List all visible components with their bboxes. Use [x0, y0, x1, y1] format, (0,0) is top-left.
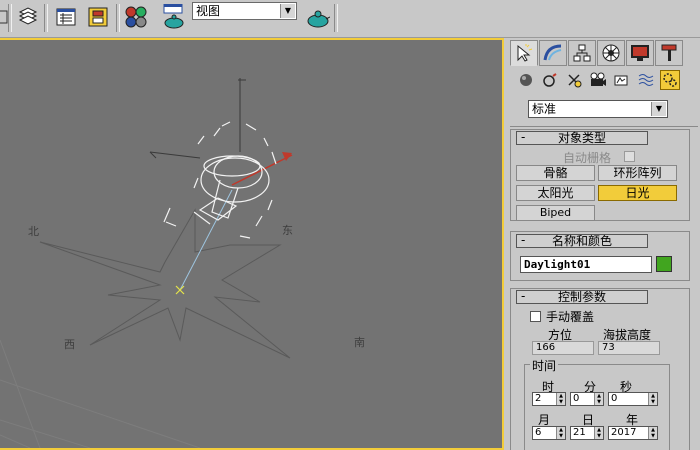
sun-direction-line — [179, 189, 233, 291]
category-dropdown-value: 标准 — [532, 102, 557, 116]
spinner-arrows-icon[interactable]: ▲ ▼ — [556, 393, 565, 405]
toolbar-separator — [8, 4, 12, 32]
ring-array-button[interactable]: 环形阵列 — [598, 165, 677, 181]
control-params-rollout-header[interactable]: - 控制参数 — [516, 290, 648, 304]
panel-divider — [510, 126, 698, 127]
modify-tab[interactable] — [539, 40, 567, 66]
second-spinner[interactable]: 0 ▲ ▼ — [608, 392, 658, 406]
spinner-arrows-icon[interactable]: ▲ ▼ — [594, 427, 603, 439]
toolbar-separator — [44, 4, 48, 32]
utilities-hammer-icon — [661, 44, 677, 61]
create-cursor-icon — [517, 44, 533, 62]
modify-curve-icon — [543, 44, 562, 61]
manual-override-label: 手动覆盖 — [546, 310, 595, 324]
year-spinner[interactable]: 2017 ▲ ▼ — [608, 426, 658, 440]
motion-wheel-icon — [602, 44, 620, 62]
compass-north-label: 北 — [28, 225, 39, 238]
helpers-icon[interactable] — [612, 70, 632, 90]
viewport-scene: 北 东 西 南 — [0, 78, 365, 448]
toolbar-separator — [116, 4, 120, 32]
hour-spinner[interactable]: 2 ▲ ▼ — [532, 392, 566, 406]
day-value: 21 — [573, 427, 586, 438]
compass-west-label: 西 — [64, 338, 75, 351]
quick-render-icon[interactable] — [306, 5, 330, 29]
object-type-rollout-header[interactable]: - 对象类型 — [516, 131, 648, 145]
toolbar-separator — [334, 4, 338, 32]
compass-south-label: 南 — [354, 336, 365, 349]
year-value: 2017 — [611, 427, 637, 438]
rollout-collapse-icon: - — [521, 130, 526, 144]
object-type-title: 对象类型 — [557, 131, 606, 145]
auto-grid-label: 自动栅格 — [563, 151, 612, 165]
hierarchy-icon — [573, 44, 591, 62]
layers-icon[interactable] — [16, 5, 40, 29]
sunlight-button[interactable]: 太阳光 — [516, 185, 595, 201]
daylight-target-icon — [175, 285, 185, 295]
schematic-view-icon[interactable] — [86, 5, 110, 29]
second-value: 0 — [611, 393, 618, 404]
manual-override-checkbox[interactable] — [530, 311, 541, 322]
time-group-label: 时间 — [530, 357, 559, 374]
create-tab[interactable] — [510, 40, 538, 66]
rollout-collapse-icon: - — [521, 289, 526, 303]
render-setup-icon[interactable] — [162, 4, 186, 29]
perspective-viewport[interactable]: 北 东 西 南 — [0, 38, 504, 450]
object-color-swatch[interactable] — [656, 256, 672, 272]
daylight-button[interactable]: 日光 — [598, 185, 677, 201]
main-toolbar: 视图 ▼ — [0, 0, 700, 38]
category-dropdown[interactable]: 标准 ▼ — [528, 100, 668, 118]
daylight-object-icon — [163, 121, 277, 239]
minute-value: 0 — [573, 393, 580, 404]
space-warps-icon[interactable] — [636, 70, 656, 90]
command-panel: 标准 ▼ - 对象类型 自动栅格 骨骼 环形阵列 太阳光 日光 Biped - … — [506, 38, 700, 450]
chevron-down-icon[interactable]: ▼ — [280, 4, 295, 18]
month-value: 6 — [535, 427, 542, 438]
azimuth-value: 166 — [532, 341, 594, 355]
command-panel-tabs — [506, 40, 700, 66]
rollout-collapse-icon: - — [521, 233, 526, 247]
spinner-arrows-icon[interactable]: ▲ ▼ — [556, 427, 565, 439]
view-dropdown[interactable]: 视图 ▼ — [192, 2, 297, 20]
hierarchy-tab[interactable] — [568, 40, 596, 66]
spinner-arrows-icon[interactable]: ▲ ▼ — [648, 393, 657, 405]
minute-spinner[interactable]: 0 ▲ ▼ — [570, 392, 604, 406]
auto-grid-checkbox[interactable] — [624, 151, 635, 162]
display-tab[interactable] — [626, 40, 654, 66]
material-editor-icon[interactable] — [124, 5, 148, 29]
month-spinner[interactable]: 6 ▲ ▼ — [532, 426, 566, 440]
lights-icon[interactable] — [564, 70, 584, 90]
shapes-icon[interactable] — [540, 70, 560, 90]
control-params-title: 控制参数 — [557, 290, 606, 304]
object-name-input[interactable]: Daylight01 — [520, 256, 652, 273]
name-color-title: 名称和颜色 — [551, 234, 612, 248]
display-monitor-icon — [631, 45, 649, 61]
chevron-down-icon[interactable]: ▼ — [651, 102, 666, 116]
utilities-tab[interactable] — [655, 40, 683, 66]
name-color-rollout-header[interactable]: - 名称和颜色 — [516, 234, 648, 248]
hour-value: 2 — [535, 393, 542, 404]
geometry-icon[interactable] — [516, 70, 536, 90]
track-view-icon[interactable] — [54, 5, 78, 29]
biped-button[interactable]: Biped — [516, 205, 595, 221]
spinner-arrows-icon[interactable]: ▲ ▼ — [594, 393, 603, 405]
bones-button[interactable]: 骨骼 — [516, 165, 595, 181]
compass-east-label: 东 — [282, 224, 293, 237]
view-dropdown-value: 视图 — [196, 4, 221, 18]
altitude-value: 73 — [598, 341, 660, 355]
systems-icon[interactable] — [660, 70, 680, 90]
motion-tab[interactable] — [597, 40, 625, 66]
day-spinner[interactable]: 21 ▲ ▼ — [570, 426, 604, 440]
cameras-icon[interactable] — [588, 70, 608, 90]
compass-rose — [39, 208, 291, 359]
spinner-arrows-icon[interactable]: ▲ ▼ — [648, 427, 657, 439]
